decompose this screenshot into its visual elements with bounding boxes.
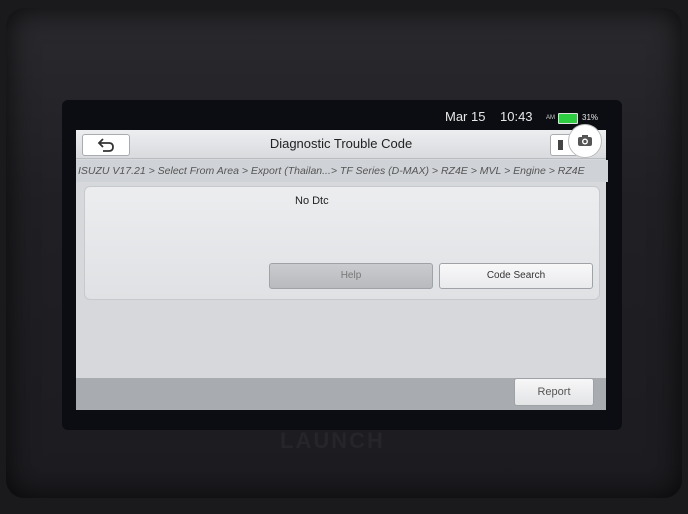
dtc-message: No Dtc <box>295 195 329 207</box>
status-date: Mar 15 <box>445 109 486 124</box>
title-bar: Diagnostic Trouble Code <box>76 124 606 159</box>
status-bar: Mar 15 10:43 AM 31% <box>62 100 622 130</box>
page-title: Diagnostic Trouble Code <box>269 136 413 151</box>
screenshot-button[interactable] <box>568 124 602 158</box>
battery-icon <box>558 113 578 124</box>
device-screen: Mar 15 10:43 AM 31% Diagnostic Trouble C… <box>62 100 622 430</box>
help-button[interactable]: Help <box>269 263 433 289</box>
content-area <box>76 302 606 378</box>
status-ampm: AM <box>546 115 555 121</box>
device-logo: LAUNCH <box>280 428 385 453</box>
dtc-panel: No Dtc Help Code Search <box>84 186 600 300</box>
status-time: 10:43 <box>500 109 533 124</box>
report-button[interactable]: Report <box>514 378 594 406</box>
battery-level: 31% <box>582 113 599 122</box>
app-window: Diagnostic Trouble Code ISUZU V17.21 > S… <box>76 124 608 410</box>
code-search-button[interactable]: Code Search <box>439 263 593 289</box>
camera-icon <box>578 135 592 146</box>
bottom-bar: Report <box>76 378 606 410</box>
breadcrumb: ISUZU V17.21 > Select From Area > Export… <box>76 160 608 182</box>
